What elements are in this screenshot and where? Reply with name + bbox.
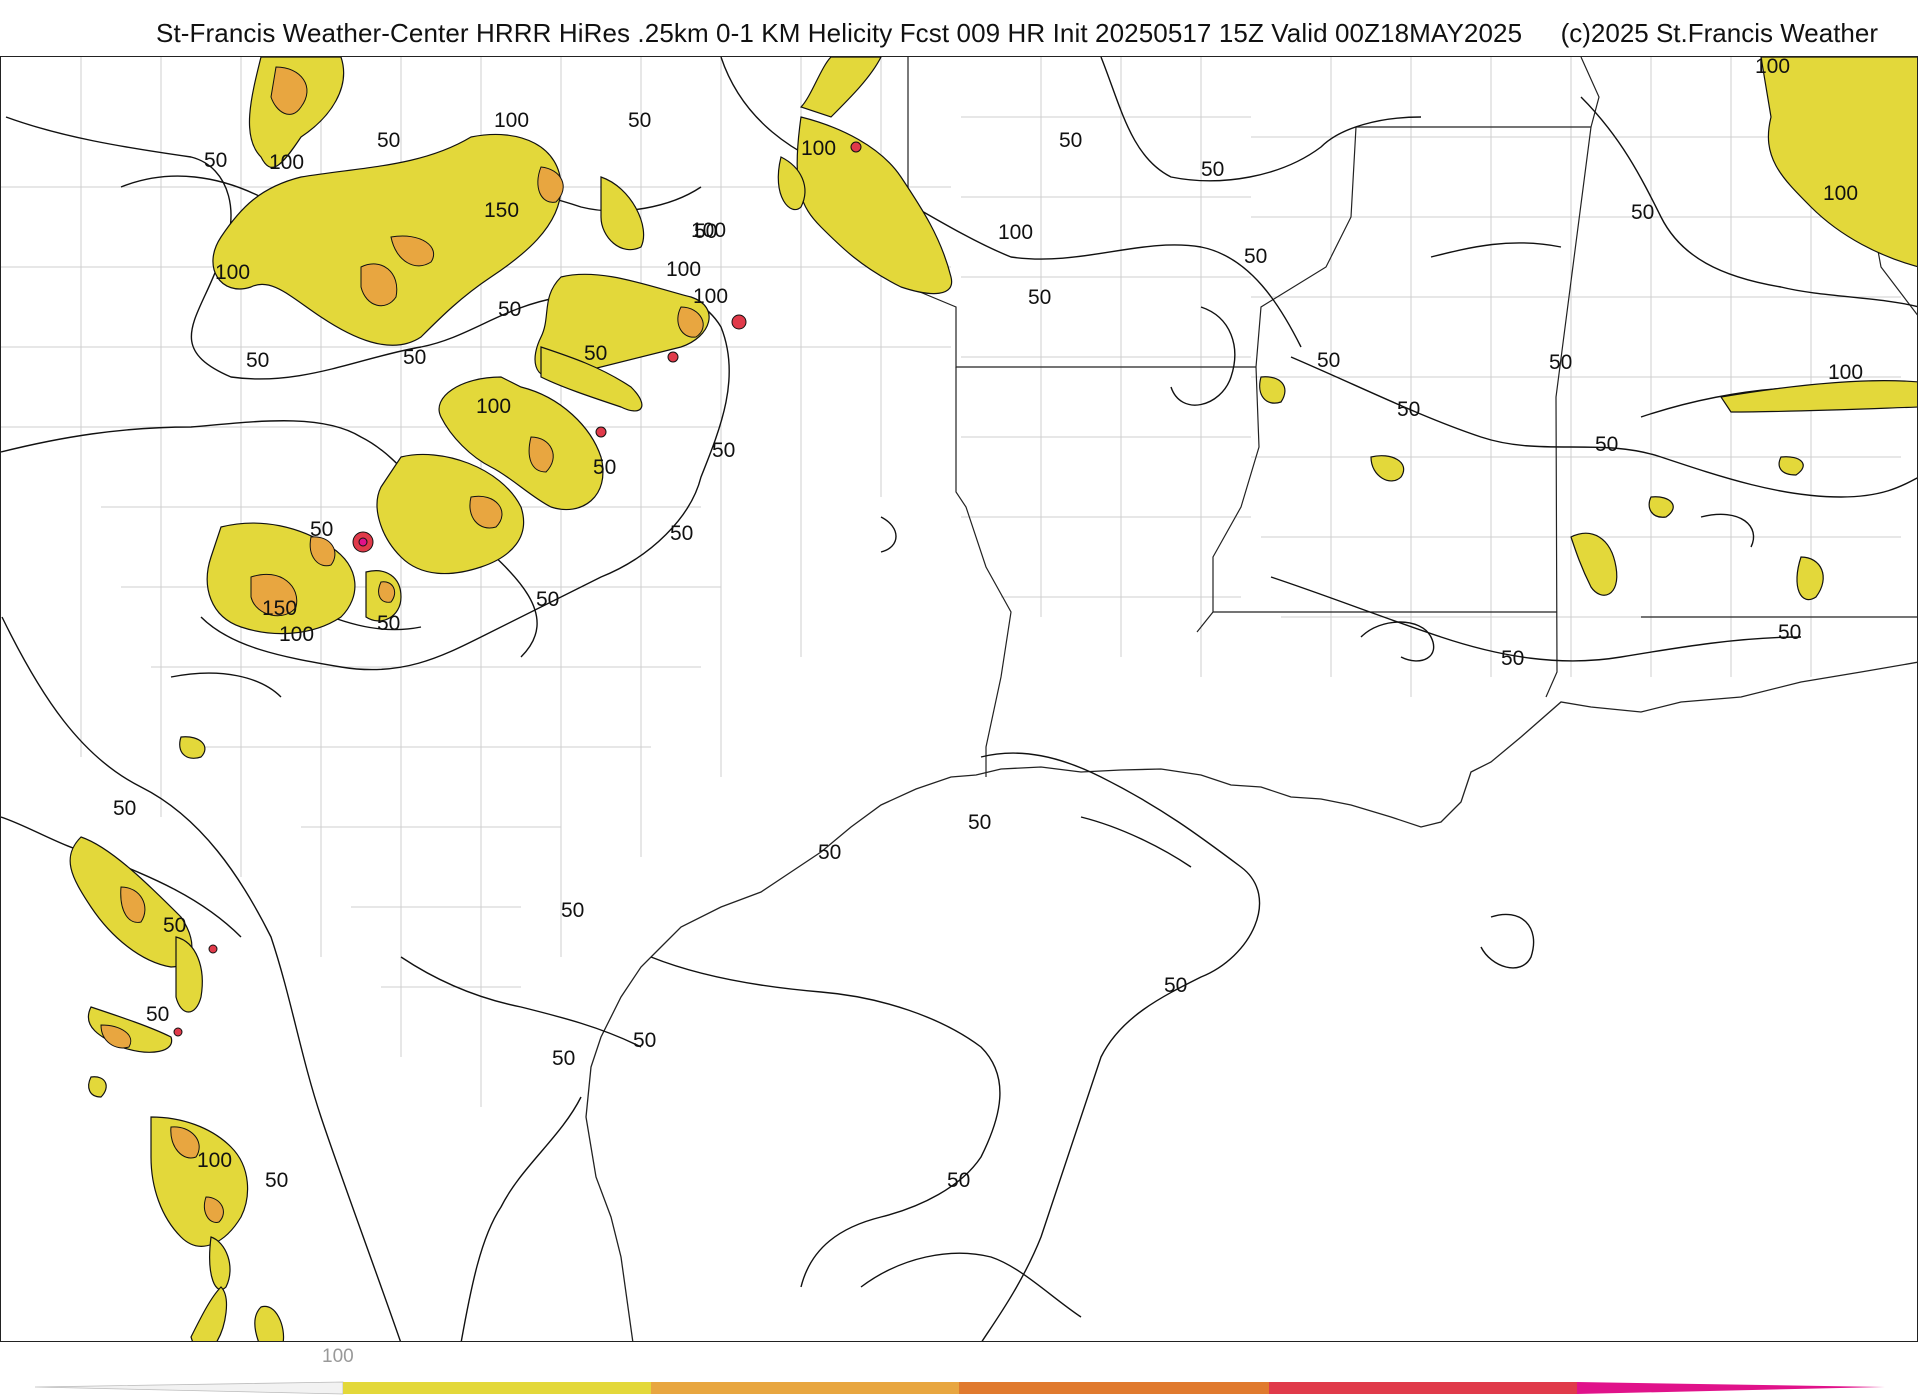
svg-text:50: 50 <box>377 129 400 152</box>
svg-text:100: 100 <box>269 151 304 174</box>
svg-text:50: 50 <box>1164 974 1187 997</box>
svg-text:100: 100 <box>1823 182 1858 205</box>
colorbar-segment-150 <box>651 1382 959 1394</box>
svg-text:50: 50 <box>1549 351 1572 374</box>
svg-text:50: 50 <box>1201 158 1224 181</box>
svg-text:50: 50 <box>968 811 991 834</box>
svg-text:50: 50 <box>536 588 559 611</box>
colorbar-segment-250 <box>1269 1382 1577 1394</box>
svg-text:50: 50 <box>947 1169 970 1192</box>
svg-text:50: 50 <box>818 841 841 864</box>
svg-text:150: 150 <box>262 597 297 620</box>
svg-text:100: 100 <box>197 1149 232 1172</box>
coastline <box>585 661 1917 1341</box>
map-title: St-Francis Weather-Center HRRR HiRes .25… <box>156 18 1523 48</box>
svg-text:100: 100 <box>476 395 511 418</box>
svg-text:50: 50 <box>712 439 735 462</box>
svg-text:50: 50 <box>204 149 227 172</box>
svg-text:100: 100 <box>801 137 836 160</box>
svg-text:50: 50 <box>377 612 400 635</box>
svg-text:50: 50 <box>403 346 426 369</box>
svg-text:50: 50 <box>246 349 269 372</box>
colorbar-strip <box>34 1381 1885 1395</box>
svg-text:50: 50 <box>552 1047 575 1070</box>
svg-text:100: 100 <box>279 623 314 646</box>
svg-text:50: 50 <box>1501 647 1524 670</box>
svg-text:50: 50 <box>694 220 717 243</box>
svg-text:50: 50 <box>593 456 616 479</box>
svg-text:50: 50 <box>1244 245 1267 268</box>
svg-text:50: 50 <box>498 298 521 321</box>
svg-text:100: 100 <box>1828 361 1863 384</box>
svg-text:50: 50 <box>633 1029 656 1052</box>
svg-text:100: 100 <box>693 285 728 308</box>
svg-text:50: 50 <box>1059 129 1082 152</box>
svg-text:50: 50 <box>628 109 651 132</box>
helicity-map: 50 100 50 50 100 150 100 100 100 100 50 … <box>1 57 1917 1341</box>
map-panel: 50 100 50 50 100 150 100 100 100 100 50 … <box>0 56 1918 1342</box>
svg-text:50: 50 <box>1778 621 1801 644</box>
svg-text:100: 100 <box>215 261 250 284</box>
svg-text:50: 50 <box>670 522 693 545</box>
svg-text:100: 100 <box>494 109 529 132</box>
svg-text:50: 50 <box>1028 286 1051 309</box>
svg-text:50: 50 <box>584 342 607 365</box>
svg-text:100: 100 <box>1755 57 1790 78</box>
colorbar-low-triangle <box>34 1381 344 1395</box>
svg-text:50: 50 <box>1397 398 1420 421</box>
title-bar: St-Francis Weather-Center HRRR HiRes .25… <box>0 0 1920 56</box>
svg-text:50: 50 <box>1317 349 1340 372</box>
svg-text:150: 150 <box>484 199 519 222</box>
svg-text:50: 50 <box>1631 201 1654 224</box>
svg-text:50: 50 <box>561 899 584 922</box>
svg-text:50: 50 <box>113 797 136 820</box>
svg-text:100: 100 <box>998 221 1033 244</box>
colorbar-high-triangle <box>1577 1382 1885 1394</box>
svg-text:50: 50 <box>1595 433 1618 456</box>
colorbar: 100 <box>0 1342 1920 1400</box>
copyright-text: (c)2025 St.Francis Weather <box>1560 18 1878 48</box>
svg-text:100: 100 <box>666 258 701 281</box>
svg-text:50: 50 <box>146 1003 169 1026</box>
svg-text:50: 50 <box>310 518 333 541</box>
svg-text:50: 50 <box>163 914 186 937</box>
colorbar-segment-100 <box>343 1382 651 1394</box>
svg-text:50: 50 <box>265 1169 288 1192</box>
colorbar-segment-200 <box>959 1382 1269 1394</box>
